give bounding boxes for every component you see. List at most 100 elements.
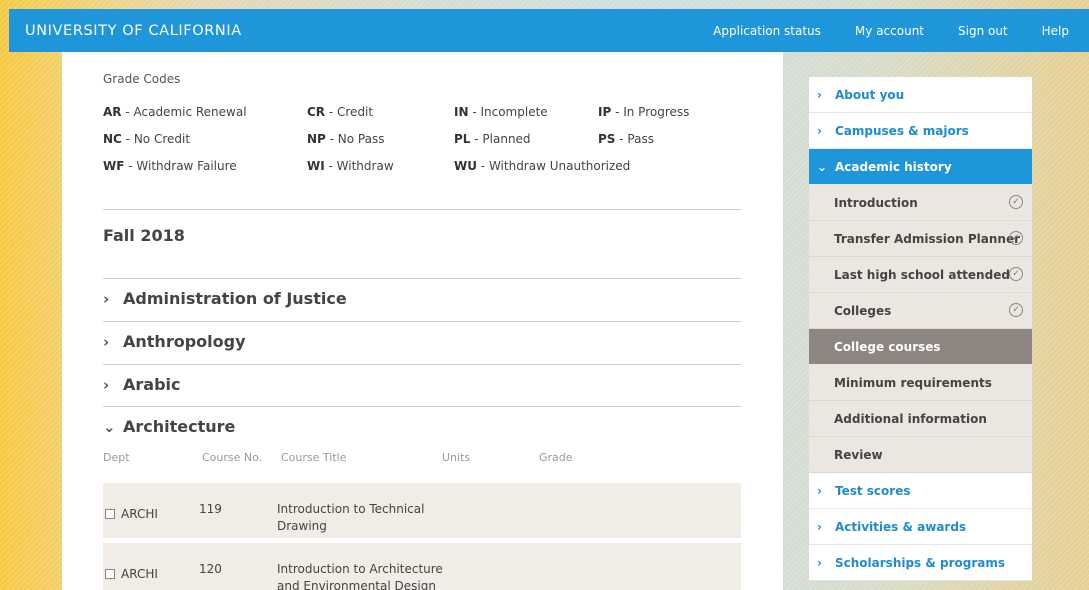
grade-code: IP [598, 105, 612, 119]
course-title: Introduction to Architecture and Environ… [277, 562, 443, 590]
sidebar-item-label: Test scores [835, 483, 911, 498]
chevron-down-icon: ⌄ [817, 159, 828, 174]
sidebar-subitem-additional-information[interactable]: Additional information [809, 401, 1032, 437]
sidebar-subitem-last-high-school[interactable]: Last high school attended ✓ [809, 257, 1032, 293]
sidebar-subitem-colleges[interactable]: Colleges ✓ [809, 293, 1032, 329]
column-header-course-no: Course No. [202, 451, 263, 464]
sidebar-item-label: College courses [834, 339, 941, 354]
sidebar-subitem-minimum-requirements[interactable]: Minimum requirements [809, 365, 1032, 401]
sidebar-subitem-review[interactable]: Review [809, 437, 1032, 473]
grade-desc: - Credit [325, 105, 374, 119]
subject-anthropology[interactable]: › Anthropology [103, 332, 246, 351]
nav-my-account[interactable]: My account [855, 24, 924, 38]
divider [103, 278, 741, 279]
sidebar-item-label: About you [835, 87, 905, 102]
chevron-right-icon: › [817, 519, 822, 534]
divider [103, 364, 741, 365]
divider [103, 209, 741, 210]
grade-code: PS [598, 132, 616, 146]
divider [103, 321, 741, 322]
course-number: 120 [199, 562, 222, 576]
chevron-right-icon: › [817, 483, 822, 498]
sidebar-item-test-scores[interactable]: › Test scores [809, 473, 1032, 509]
main-content: Grade Codes AR - Academic Renewal CR - C… [62, 52, 783, 590]
sidebar-item-about-you[interactable]: › About you [809, 77, 1032, 113]
grade-code: NC [103, 132, 122, 146]
top-nav: Application status My account Sign out H… [713, 9, 1089, 52]
course-checkbox[interactable] [105, 509, 115, 519]
subject-architecture[interactable]: ⌄ Architecture [103, 417, 235, 436]
sidebar-item-label: Campuses & majors [835, 123, 969, 138]
sidebar-item-label: Minimum requirements [834, 375, 992, 390]
subject-label: Arabic [123, 375, 181, 394]
course-title: Introduction to Technical Drawing [277, 502, 425, 533]
grade-desc: - Pass [615, 132, 654, 146]
grade-code: WI [307, 159, 325, 173]
chevron-right-icon: › [817, 555, 822, 570]
grade-desc: - In Progress [611, 105, 690, 119]
course-number: 119 [199, 502, 222, 516]
divider [103, 406, 741, 407]
grade-desc: - Academic Renewal [121, 105, 247, 119]
course-dept: ARCHI [121, 567, 158, 581]
sidebar-item-campuses-majors[interactable]: › Campuses & majors [809, 113, 1032, 149]
grade-desc: - Withdraw Failure [124, 159, 237, 173]
sidebar-item-label: Transfer Admission Planner [834, 231, 1021, 246]
grade-code: NP [307, 132, 326, 146]
grade-desc: - Withdraw [324, 159, 394, 173]
chevron-right-icon: › [103, 289, 110, 308]
sidebar-subitem-transfer-admission-planner[interactable]: Transfer Admission Planner ✓ [809, 221, 1032, 257]
course-checkbox[interactable] [105, 569, 115, 579]
column-header-units: Units [442, 451, 471, 464]
grade-code: WF [103, 159, 125, 173]
top-bar: UNIVERSITY OF CALIFORNIA Application sta… [9, 9, 1089, 52]
check-circle-icon: ✓ [1009, 195, 1023, 209]
chevron-down-icon: ⌄ [103, 417, 116, 436]
sidebar-item-label: Additional information [834, 411, 987, 426]
table-row: ARCHI 120 Introduction to Architecture a… [103, 543, 741, 590]
grade-code: PL [454, 132, 471, 146]
nav-sign-out[interactable]: Sign out [958, 24, 1008, 38]
grade-desc: - Withdraw Unauthorized [476, 159, 631, 173]
grade-code: IN [454, 105, 469, 119]
check-circle-icon: ✓ [1009, 267, 1023, 281]
sidebar-item-label: Introduction [834, 195, 918, 210]
subject-label: Architecture [123, 417, 236, 436]
subject-label: Anthropology [123, 332, 246, 351]
sidebar-item-label: Academic history [835, 159, 952, 174]
subject-administration-of-justice[interactable]: › Administration of Justice [103, 289, 347, 308]
course-dept: ARCHI [121, 507, 158, 521]
nav-application-status[interactable]: Application status [713, 24, 821, 38]
nav-help[interactable]: Help [1042, 24, 1069, 38]
column-header-course-title: Course Title [281, 451, 347, 464]
chevron-right-icon: › [103, 375, 110, 394]
check-circle-icon: ✓ [1009, 303, 1023, 317]
grade-code: AR [103, 105, 122, 119]
sidebar-item-scholarships-programs[interactable]: › Scholarships & programs [809, 545, 1032, 581]
table-row: ARCHI 119 Introduction to Technical Draw… [103, 483, 741, 538]
column-header-dept: Dept [103, 451, 130, 464]
sidebar-subitem-college-courses[interactable]: College courses [809, 329, 1032, 365]
grade-desc: - No Pass [325, 132, 385, 146]
sidebar-item-label: Colleges [834, 303, 892, 318]
sidebar-subitem-introduction[interactable]: Introduction ✓ [809, 185, 1032, 221]
grade-desc: - Incomplete [468, 105, 548, 119]
chevron-right-icon: › [817, 87, 822, 102]
sidebar-item-label: Review [834, 447, 883, 462]
grade-codes-title: Grade Codes [103, 72, 181, 86]
grade-desc: - No Credit [121, 132, 191, 146]
sidebar-item-academic-history[interactable]: ⌄ Academic history [809, 149, 1032, 185]
brand-logo[interactable]: UNIVERSITY OF CALIFORNIA [9, 23, 242, 39]
sidebar-item-label: Last high school attended [834, 267, 1010, 282]
chevron-right-icon: › [103, 332, 110, 351]
chevron-right-icon: › [817, 123, 822, 138]
sidebar-item-label: Activities & awards [835, 519, 967, 534]
term-heading: Fall 2018 [103, 226, 185, 245]
column-header-grade: Grade [539, 451, 573, 464]
check-circle-icon: ✓ [1009, 231, 1023, 245]
grade-code: WU [454, 159, 477, 173]
subject-arabic[interactable]: › Arabic [103, 375, 181, 394]
sidebar-item-activities-awards[interactable]: › Activities & awards [809, 509, 1032, 545]
grade-desc: - Planned [470, 132, 531, 146]
progress-sidebar: › About you › Campuses & majors ⌄ Academ… [809, 77, 1032, 581]
